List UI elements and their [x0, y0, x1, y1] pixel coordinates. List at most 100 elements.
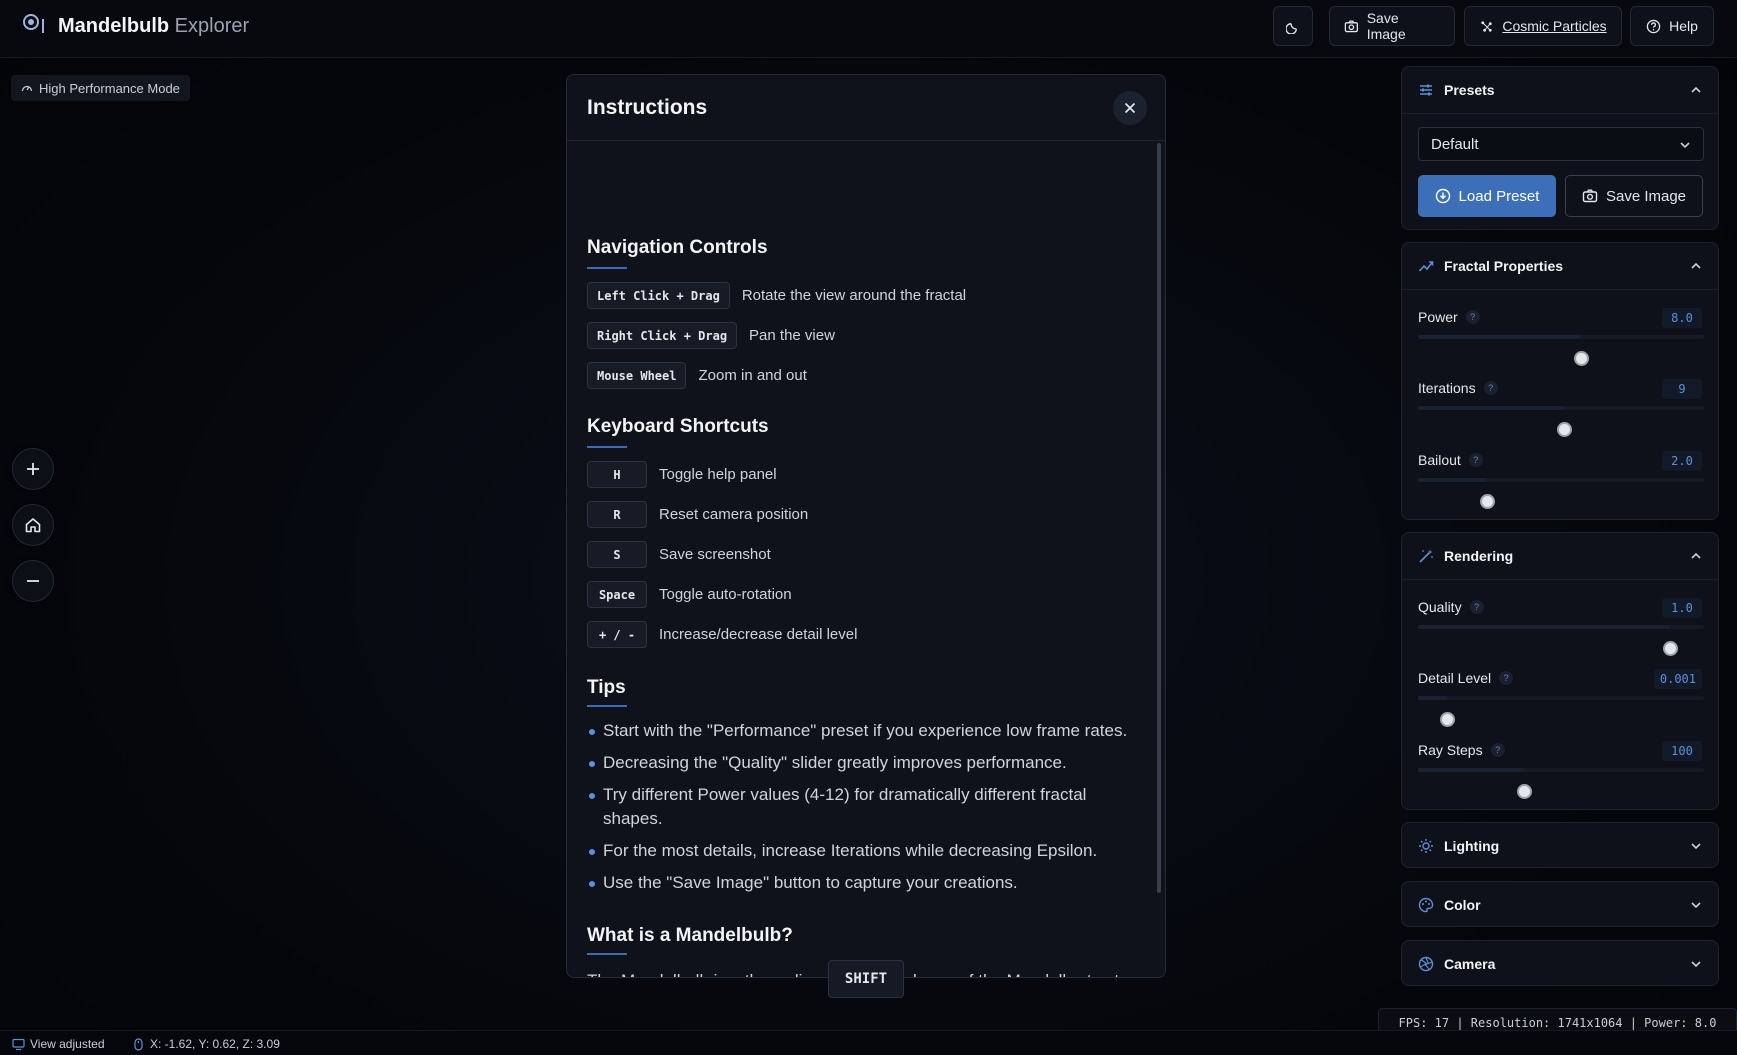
- slider-fill: [1418, 406, 1564, 410]
- quality-slider[interactable]: [1418, 625, 1704, 656]
- color-panel-header[interactable]: Color: [1402, 882, 1718, 926]
- chevron-up-icon: [1691, 262, 1701, 269]
- heading-underline: [587, 705, 627, 707]
- tip-item: Decreasing the "Quality" slider greatly …: [587, 751, 1127, 775]
- slider-fill: [1418, 768, 1524, 772]
- presets-title: Presets: [1444, 82, 1495, 98]
- tip-item: Use the "Save Image" button to capture y…: [587, 871, 1127, 895]
- fractal-panel-header[interactable]: Fractal Properties: [1402, 243, 1718, 289]
- zoom-in-button[interactable]: [12, 448, 54, 490]
- slider-thumb[interactable]: [1479, 494, 1495, 509]
- slider-thumb[interactable]: [1439, 712, 1455, 727]
- tip-item: Start with the "Performance" preset if y…: [587, 719, 1127, 743]
- zoom-out-button[interactable]: [12, 560, 54, 602]
- logo-icon: [23, 14, 44, 33]
- instructions-modal: Instructions Navigation Controls Left Cl…: [566, 74, 1166, 978]
- load-preset-label: Load Preset: [1458, 187, 1540, 205]
- panel-save-image-label: Save Image: [1605, 187, 1687, 205]
- help-circle-icon: [1646, 19, 1661, 33]
- monitor-icon: [12, 1038, 25, 1050]
- ray-steps-label: Ray Steps?: [1418, 742, 1505, 758]
- sliders-icon: [1420, 84, 1432, 96]
- download-circle-icon: [1435, 188, 1450, 204]
- slider-thumb[interactable]: [1574, 351, 1590, 366]
- tip-item: For the most details, increase Iteration…: [587, 839, 1127, 863]
- kbd-key: Left Click + Drag: [587, 282, 730, 309]
- slider-fill: [1418, 696, 1447, 700]
- camera-icon: [1582, 189, 1598, 203]
- ray-steps-slider[interactable]: [1418, 768, 1704, 799]
- cosmic-particles-button[interactable]: Cosmic Particles: [1464, 6, 1622, 46]
- high-performance-badge[interactable]: High Performance Mode: [11, 75, 190, 101]
- power-label: Power?: [1418, 309, 1480, 325]
- kbd-key: H: [587, 461, 647, 488]
- ray-steps-value: 100: [1662, 741, 1702, 761]
- iterations-slider[interactable]: [1418, 406, 1704, 437]
- shortcut-row: + / - Increase/decrease detail level: [587, 621, 857, 648]
- plus-icon: [27, 463, 39, 475]
- kbd-key: Right Click + Drag: [587, 322, 738, 349]
- panel-divider: [1402, 113, 1718, 114]
- nav-description: Zoom in and out: [698, 367, 807, 384]
- modal-close-button[interactable]: [1113, 91, 1147, 125]
- kbd-key: Mouse Wheel: [587, 362, 687, 389]
- status-bar: View adjusted X: -1.62, Y: 0.62, Z: 3.09: [0, 1030, 1737, 1055]
- header-save-image-button[interactable]: Save Image: [1329, 6, 1455, 46]
- fractal-properties-panel: Fractal Properties Power? 8.0 Iterations…: [1401, 242, 1719, 520]
- reset-view-button[interactable]: [12, 504, 54, 546]
- shortcut-description: Toggle auto-rotation: [659, 586, 792, 603]
- mouse-icon: [134, 1037, 143, 1051]
- slider-thumb[interactable]: [1662, 641, 1678, 656]
- color-title: Color: [1444, 897, 1481, 913]
- lighting-title: Lighting: [1444, 838, 1500, 854]
- chevron-down-icon: [1691, 902, 1701, 909]
- preset-select[interactable]: Default: [1418, 127, 1704, 161]
- panel-save-image-button[interactable]: Save Image: [1565, 175, 1703, 217]
- slider-label-text: Iterations: [1418, 380, 1476, 396]
- rendering-title: Rendering: [1444, 548, 1514, 564]
- color-panel: Color: [1401, 881, 1719, 927]
- slider-thumb[interactable]: [1556, 422, 1572, 437]
- slider-thumb[interactable]: [1516, 784, 1532, 799]
- help-button[interactable]: Help: [1630, 6, 1714, 46]
- shortcut-row: Space Toggle auto-rotation: [587, 581, 792, 608]
- load-preset-button[interactable]: Load Preset: [1418, 175, 1556, 217]
- view-status-text: View adjusted: [30, 1037, 105, 1051]
- panel-divider: [1402, 289, 1718, 290]
- camera-panel-header[interactable]: Camera: [1402, 941, 1718, 985]
- lighting-panel-header[interactable]: Lighting: [1402, 823, 1718, 867]
- presets-panel-header[interactable]: Presets: [1402, 67, 1718, 113]
- aperture-icon: [1418, 956, 1434, 972]
- help-tooltip-icon[interactable]: ?: [1499, 671, 1514, 685]
- nav-row: Mouse Wheel Zoom in and out: [587, 362, 807, 389]
- tip-item: Try different Power values (4-12) for dr…: [587, 783, 1127, 831]
- slider-fill: [1418, 478, 1487, 482]
- cosmic-particles-label: Cosmic Particles: [1502, 18, 1607, 34]
- tips-heading: Tips: [587, 677, 626, 698]
- quality-label: Quality?: [1418, 599, 1484, 615]
- camera-panel: Camera: [1401, 940, 1719, 986]
- modal-scrollbar[interactable]: [1157, 143, 1161, 893]
- kbd-key: S: [587, 541, 647, 568]
- top-bar: Mandelbulb Explorer Save Image Cosmic Pa…: [0, 0, 1737, 58]
- shortcut-description: Toggle help panel: [659, 466, 777, 483]
- heading-underline: [587, 953, 627, 955]
- theme-toggle-button[interactable]: [1273, 6, 1313, 46]
- app-title-main: Mandelbulb: [58, 15, 170, 37]
- help-tooltip-icon[interactable]: ?: [1465, 310, 1480, 324]
- gauge-icon: [21, 85, 33, 92]
- help-tooltip-icon[interactable]: ?: [1483, 381, 1498, 395]
- rendering-panel-header[interactable]: Rendering: [1402, 533, 1718, 579]
- shortcut-row: R Reset camera position: [587, 501, 808, 528]
- bailout-slider[interactable]: [1418, 478, 1704, 509]
- shift-key-indicator: SHIFT: [828, 960, 904, 998]
- minus-icon: [27, 580, 39, 582]
- help-tooltip-icon[interactable]: ?: [1490, 743, 1505, 757]
- iterations-value: 9: [1662, 379, 1702, 399]
- help-tooltip-icon[interactable]: ?: [1468, 453, 1483, 467]
- help-tooltip-icon[interactable]: ?: [1469, 600, 1484, 614]
- power-slider[interactable]: [1418, 335, 1704, 366]
- heading-underline: [587, 446, 627, 448]
- detail-level-slider[interactable]: [1418, 696, 1704, 727]
- detail-level-label: Detail Level?: [1418, 670, 1514, 686]
